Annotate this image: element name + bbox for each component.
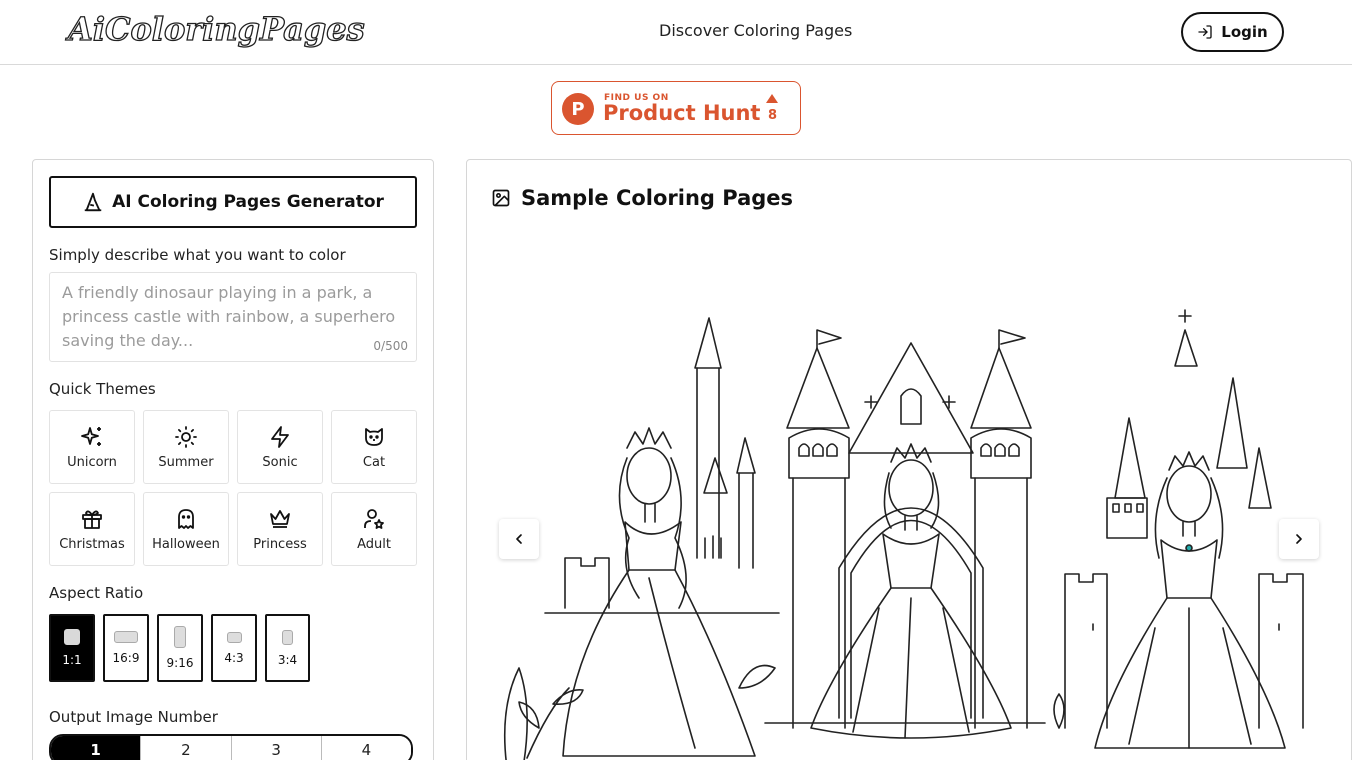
- image-icon: [492, 189, 510, 207]
- ghost-icon: [178, 508, 194, 529]
- generator-title: AI Coloring Pages Generator: [49, 176, 417, 228]
- quick-themes-grid: Unicorn Summer Sonic Cat Christmas Hallo…: [49, 410, 417, 566]
- upvote-count: 8: [768, 108, 778, 123]
- sun-icon: [175, 425, 197, 448]
- output-number-label: Output Image Number: [49, 708, 218, 726]
- theme-label: Cat: [362, 454, 386, 470]
- product-hunt-logo-icon: P: [562, 93, 594, 125]
- user-star-icon: [364, 508, 384, 529]
- ratio-label: 16:9: [112, 651, 140, 665]
- ratio-preview-icon: [114, 631, 138, 643]
- output-number-selector: 1 2 3 4: [49, 734, 413, 760]
- generator-title-text: AI Coloring Pages Generator: [112, 192, 384, 212]
- crown-icon: [270, 509, 290, 528]
- theme-adult[interactable]: Adult: [331, 492, 417, 566]
- ratio-label: 9:16: [166, 656, 194, 670]
- prompt-placeholder: A friendly dinosaur playing in a park, a…: [62, 283, 396, 350]
- upvote-triangle-icon: [766, 94, 778, 103]
- theme-summer[interactable]: Summer: [143, 410, 229, 484]
- samples-panel: Sample Coloring Pages: [466, 159, 1352, 760]
- aspect-ratio-16-9[interactable]: 16:9: [103, 614, 149, 682]
- theme-cat[interactable]: Cat: [331, 410, 417, 484]
- login-icon: [1198, 25, 1212, 39]
- chevron-left-icon: [516, 534, 522, 544]
- theme-halloween[interactable]: Halloween: [143, 492, 229, 566]
- product-hunt-name: Product Hunt: [603, 101, 761, 125]
- theme-princess[interactable]: Princess: [237, 492, 323, 566]
- theme-christmas[interactable]: Christmas: [49, 492, 135, 566]
- theme-label: Halloween: [152, 536, 220, 552]
- login-button[interactable]: Login: [1181, 12, 1284, 52]
- carousel-prev-button[interactable]: [499, 519, 539, 559]
- output-number-option[interactable]: 3: [231, 736, 322, 760]
- aspect-ratio-4-3[interactable]: 4:3: [211, 614, 257, 682]
- header: AiColoringPages Discover Coloring Pages …: [0, 0, 1352, 65]
- aspect-ratio-3-4[interactable]: 3:4: [265, 614, 310, 682]
- gift-icon: [82, 510, 102, 529]
- ratio-label: 3:4: [277, 652, 298, 667]
- output-number-option[interactable]: 1: [51, 736, 142, 760]
- carousel-next-button[interactable]: [1279, 519, 1319, 559]
- chevron-right-icon: [1296, 534, 1302, 544]
- output-number-option[interactable]: 4: [321, 736, 411, 760]
- theme-label: Adult: [357, 536, 391, 552]
- char-counter: 0/500: [373, 339, 408, 353]
- samples-title: Sample Coloring Pages: [521, 186, 794, 210]
- theme-label: Summer: [158, 454, 214, 470]
- theme-label: Unicorn: [67, 454, 117, 470]
- samples-heading: Sample Coloring Pages: [491, 186, 793, 210]
- theme-label: Christmas: [59, 536, 125, 552]
- ratio-preview-icon: [64, 629, 80, 645]
- lightning-icon: [271, 425, 289, 448]
- ratio-label: 4:3: [224, 650, 244, 665]
- aspect-ratio-9-16[interactable]: 9:16: [157, 614, 203, 682]
- login-label: Login: [1221, 23, 1268, 41]
- generator-panel: AI Coloring Pages Generator Simply descr…: [32, 159, 434, 760]
- ratio-label: 1:1: [62, 653, 82, 667]
- theme-label: Sonic: [262, 454, 298, 470]
- prompt-textarea[interactable]: A friendly dinosaur playing in a park, a…: [49, 272, 417, 362]
- ratio-preview-icon: [226, 631, 242, 643]
- sample-coloring-image[interactable]: [499, 308, 1313, 760]
- aspect-ratio-label: Aspect Ratio: [49, 584, 144, 602]
- theme-sonic[interactable]: Sonic: [237, 410, 323, 484]
- quick-themes-label: Quick Themes: [49, 380, 156, 398]
- ratio-preview-icon: [174, 626, 186, 648]
- theme-unicorn[interactable]: Unicorn: [49, 410, 135, 484]
- aspect-ratio-1-1[interactable]: 1:1: [49, 614, 95, 682]
- aspect-ratio-options: 1:1 16:9 9:16 4:3 3:4: [49, 614, 310, 682]
- ratio-preview-icon: [282, 629, 293, 645]
- prompt-label: Simply describe what you want to color: [49, 246, 346, 264]
- theme-label: Princess: [253, 536, 307, 552]
- sparkles-icon: [81, 426, 101, 446]
- site-logo[interactable]: AiColoringPages: [67, 9, 365, 48]
- wizard-hat-icon: [84, 192, 102, 212]
- product-hunt-badge[interactable]: P FIND US ON Product Hunt 8: [551, 81, 801, 135]
- cat-icon: [365, 427, 383, 446]
- output-number-option[interactable]: 2: [141, 736, 232, 760]
- discover-link[interactable]: Discover Coloring Pages: [659, 21, 852, 40]
